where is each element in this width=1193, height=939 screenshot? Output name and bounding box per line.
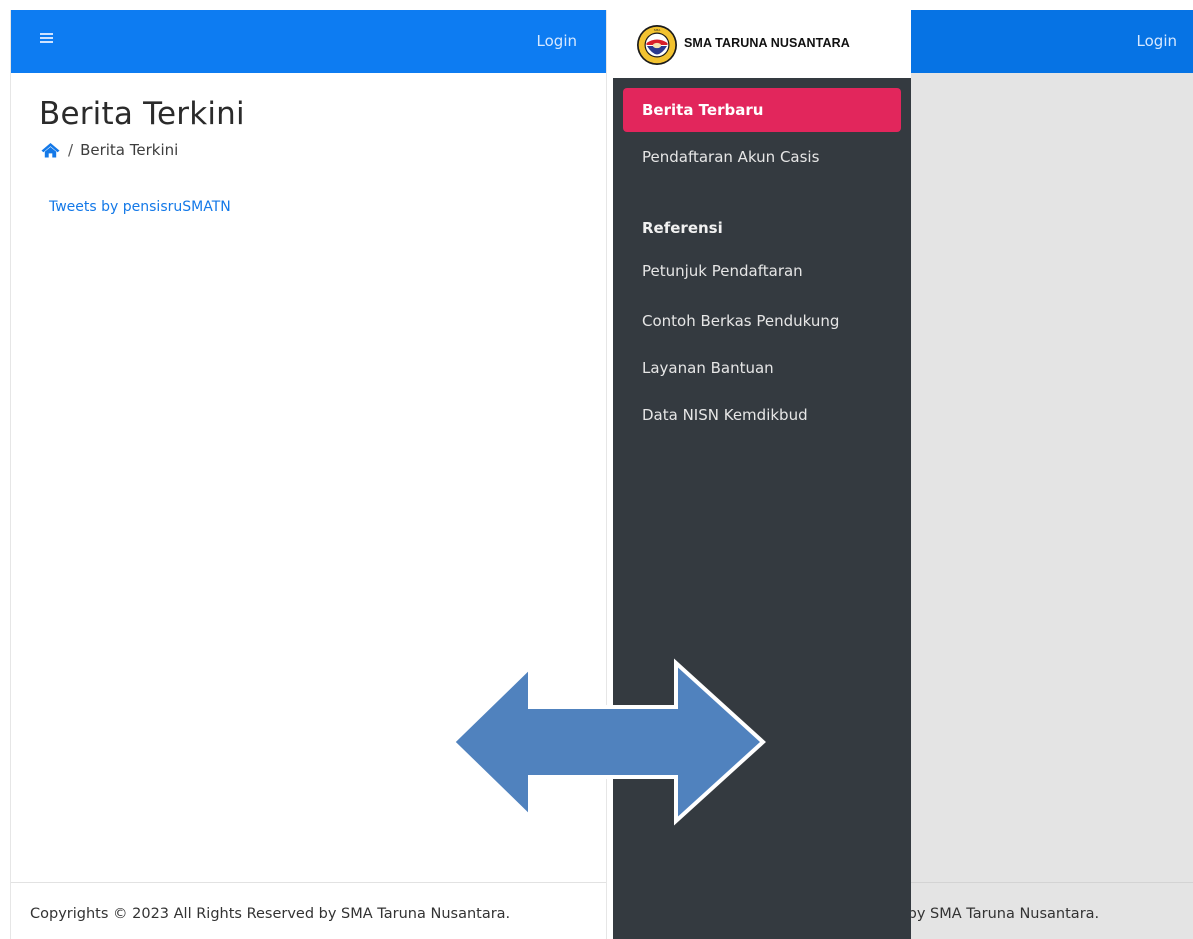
school-logo-icon: SMA (637, 25, 677, 65)
footer-copyright: Copyrights © 2023 All Rights Reserved by… (30, 906, 511, 922)
sidebar-item-berita-terbaru[interactable]: Berita Terbaru (623, 88, 901, 132)
right-screenshot-panel: Login l by SMA Taruna Nusantara. SMA SMA… (613, 10, 1193, 939)
sidebar-section-header: Referensi (642, 219, 723, 237)
sidebar-item-layanan-bantuan[interactable]: Layanan Bantuan (623, 346, 901, 390)
page-title: Berita Terkini (39, 96, 245, 132)
sidebar: SMA SMA TARUNA NUSANTARA Berita Terbaru … (613, 10, 911, 939)
sidebar-item-petunjuk-pendaftaran[interactable]: Petunjuk Pendaftaran (623, 249, 901, 293)
login-link[interactable]: Login (1137, 32, 1177, 50)
tweets-timeline-link[interactable]: Tweets by pensisruSMATN (49, 199, 231, 215)
breadcrumb-current: Berita Terkini (80, 141, 179, 159)
left-screenshot-panel: Login Berita Terkini / Berita Terkini Tw… (10, 10, 607, 939)
home-icon[interactable] (41, 142, 60, 158)
svg-text:SMA: SMA (654, 28, 661, 32)
hamburger-menu-icon[interactable] (40, 32, 53, 44)
brand-name: SMA TARUNA NUSANTARA (684, 36, 850, 50)
breadcrumb-separator: / (68, 141, 74, 159)
sidebar-item-pendaftaran-akun-casis[interactable]: Pendaftaran Akun Casis (623, 135, 901, 179)
breadcrumb: / Berita Terkini (41, 141, 178, 159)
top-navbar: Login (11, 10, 606, 73)
footer-copyright: l by SMA Taruna Nusantara. (899, 906, 1100, 922)
login-link[interactable]: Login (537, 32, 577, 50)
sidebar-item-contoh-berkas-pendukung[interactable]: Contoh Berkas Pendukung (623, 299, 901, 343)
brand-link[interactable]: SMA SMA TARUNA NUSANTARA (613, 10, 911, 78)
sidebar-item-data-nisn-kemdikbud[interactable]: Data NISN Kemdikbud (623, 393, 901, 437)
footer: Copyrights © 2023 All Rights Reserved by… (11, 882, 606, 939)
